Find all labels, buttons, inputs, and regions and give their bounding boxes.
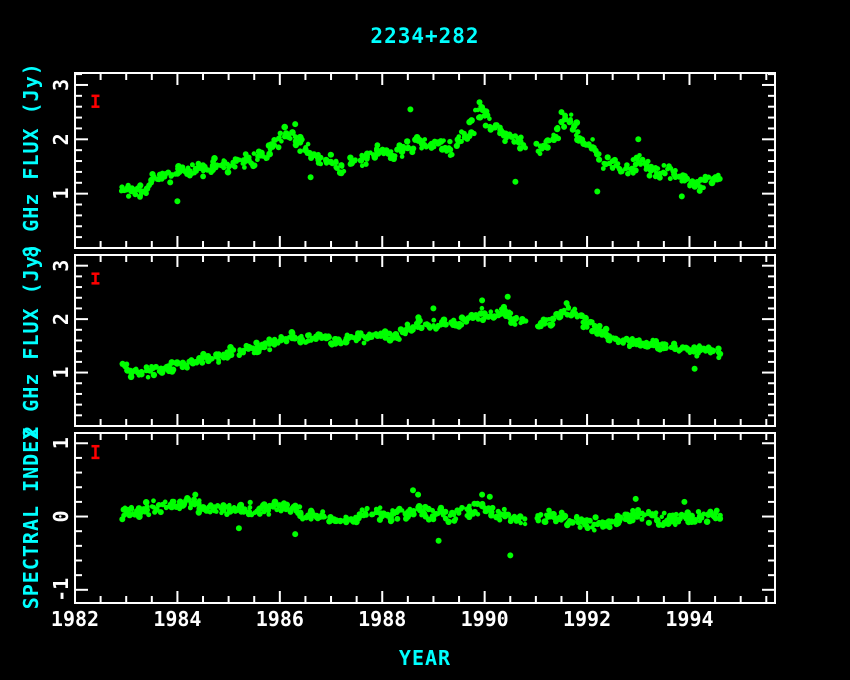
outlier-point xyxy=(479,492,485,498)
outlier-point xyxy=(415,492,421,498)
error-bar-top xyxy=(91,96,99,107)
y-axis-label-8ghz: 8 GHz FLUX (Jy) xyxy=(19,62,43,258)
x-axis-label-year: YEAR xyxy=(399,646,451,670)
outlier-point xyxy=(681,499,687,505)
y-tick-label-top: 2 xyxy=(49,133,73,145)
outlier-point xyxy=(505,294,511,300)
outlier-point xyxy=(697,188,703,194)
outlier-point xyxy=(507,552,513,558)
x-tick-label: 1992 xyxy=(563,607,611,631)
data-points-bottom xyxy=(119,487,723,558)
error-bar-middle xyxy=(91,274,99,284)
outlier-point xyxy=(512,179,518,185)
outlier-point xyxy=(633,496,639,502)
outlier-point xyxy=(436,538,442,544)
x-tick-label: 1994 xyxy=(665,607,713,631)
y-tick-label-bottom: -1 xyxy=(49,578,73,602)
outlier-point xyxy=(635,136,641,142)
y-tick-label-bottom: 1 xyxy=(49,437,73,449)
outlier-point xyxy=(692,366,698,372)
outlier-point xyxy=(292,531,298,537)
outlier-point xyxy=(679,193,685,199)
outlier-point xyxy=(477,99,483,105)
data-points-middle xyxy=(120,294,724,380)
outlier-point xyxy=(564,300,570,306)
chart-title: 2234+282 xyxy=(370,24,479,48)
light-curve-figure: 1 2 3 1 2 3 -1 0 1 1982 1984 1986 1988 1990 1992 1994 2… xyxy=(0,0,850,680)
outlier-point xyxy=(174,198,180,204)
ticks-top xyxy=(75,73,775,248)
y-tick-label-bottom: 0 xyxy=(49,511,73,523)
outlier-point xyxy=(430,305,436,311)
outlier-point xyxy=(236,525,242,531)
y-tick-label-middle: 3 xyxy=(49,260,73,272)
plot-canvas: 1 2 3 1 2 3 -1 0 1 1982 1984 1986 1988 1990 1992 1994 xyxy=(0,0,850,680)
data-points-top xyxy=(119,99,723,204)
error-bar-bottom xyxy=(91,446,99,458)
y-tick-label-middle: 1 xyxy=(49,367,73,379)
y-tick-label-top: 3 xyxy=(49,79,73,91)
ticks-middle xyxy=(75,255,775,426)
outlier-point xyxy=(479,297,485,303)
x-tick-label: 1986 xyxy=(256,607,304,631)
outlier-point xyxy=(410,487,416,493)
y-axis-label-2ghz: 2 GHz FLUX (Jy) xyxy=(19,242,43,438)
outlier-point xyxy=(308,174,314,180)
outlier-point xyxy=(292,121,298,127)
y-tick-label-top: 1 xyxy=(49,188,73,200)
x-tick-label: 1984 xyxy=(153,607,201,631)
x-tick-label: 1990 xyxy=(461,607,509,631)
panel-frame-top xyxy=(75,73,775,248)
y-axis-label-spectral-index: SPECTRAL INDEX xyxy=(19,427,43,610)
outlier-point xyxy=(487,494,493,500)
outlier-point xyxy=(192,492,198,498)
outlier-point xyxy=(594,189,600,195)
outlier-point xyxy=(407,106,413,112)
outlier-point xyxy=(559,109,565,115)
x-tick-label: 1982 xyxy=(51,607,99,631)
panel-frame-middle xyxy=(75,255,775,426)
x-tick-label: 1988 xyxy=(358,607,406,631)
y-tick-label-middle: 2 xyxy=(49,313,73,325)
